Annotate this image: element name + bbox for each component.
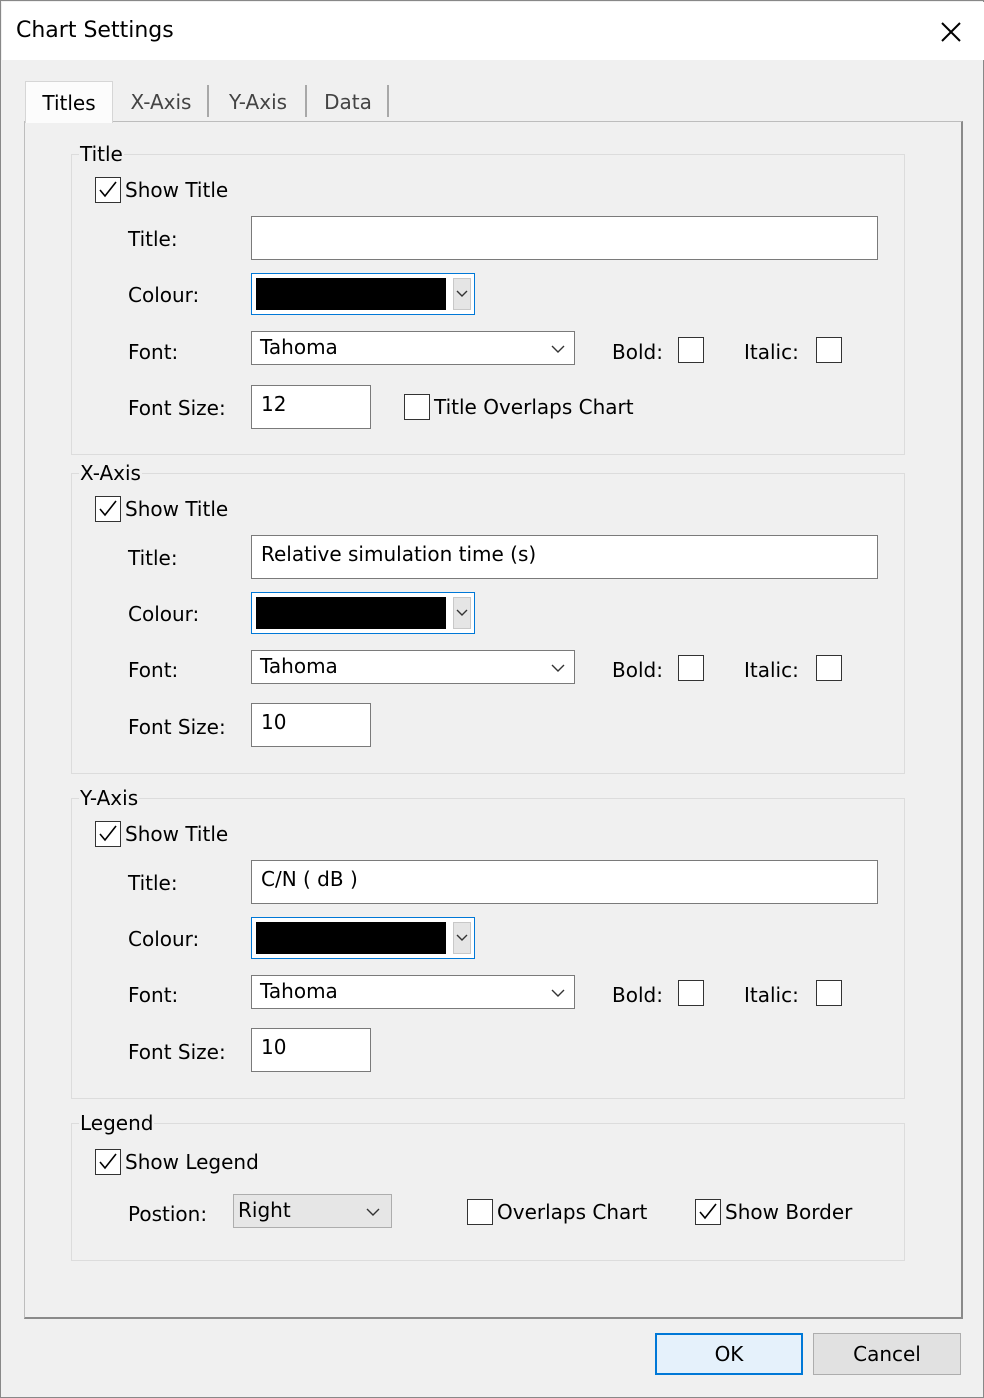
xaxis-font-size-label: Font Size: <box>128 715 226 739</box>
yaxis-show-title-checkbox[interactable] <box>95 821 121 847</box>
title-colour-label: Colour: <box>128 283 200 307</box>
title-title-label: Title: <box>128 227 178 251</box>
chevron-down-icon <box>551 664 565 672</box>
yaxis-font-value: Tahoma <box>260 979 338 1003</box>
colour-dropdown-arrow[interactable] <box>453 278 471 310</box>
yaxis-colour-label: Colour: <box>128 927 200 951</box>
chevron-down-icon <box>456 290 468 297</box>
chevron-down-icon <box>366 1208 380 1216</box>
xaxis-colour-label: Colour: <box>128 602 200 626</box>
xaxis-colour-picker[interactable] <box>251 592 475 634</box>
legend-position-value: Right <box>238 1198 291 1222</box>
yaxis-font-size-label: Font Size: <box>128 1040 226 1064</box>
tab-separator <box>207 85 209 117</box>
xaxis-italic-checkbox[interactable] <box>816 655 842 681</box>
yaxis-font-select[interactable]: Tahoma <box>251 975 575 1009</box>
xaxis-font-size-input[interactable]: 10 <box>251 703 371 747</box>
title-bold-checkbox[interactable] <box>678 337 704 363</box>
yaxis-font-size-input[interactable]: 10 <box>251 1028 371 1072</box>
title-show-title-label: Show Title <box>125 178 229 202</box>
checkmark-icon <box>699 1203 717 1220</box>
title-font-select[interactable]: Tahoma <box>251 331 575 365</box>
xaxis-show-title-label: Show Title <box>125 497 229 521</box>
title-group-label: Title <box>79 142 124 166</box>
checkmark-icon <box>99 181 117 198</box>
tab-separator <box>305 85 307 117</box>
xaxis-show-title-checkbox[interactable] <box>95 496 121 522</box>
legend-groupbox <box>71 1123 905 1261</box>
xaxis-bold-label: Bold: <box>612 658 663 682</box>
tab-titles[interactable]: Titles <box>25 81 113 123</box>
tab-x-axis[interactable]: X-Axis <box>117 83 205 121</box>
yaxis-show-title-label: Show Title <box>125 822 229 846</box>
colour-swatch <box>256 278 446 310</box>
title-bar: Chart Settings <box>2 2 984 60</box>
colour-swatch <box>256 922 446 954</box>
close-icon <box>941 22 961 42</box>
yaxis-title-input[interactable]: C/N ( dB ) <box>251 860 878 904</box>
title-bold-label: Bold: <box>612 340 663 364</box>
title-font-size-label: Font Size: <box>128 396 226 420</box>
xaxis-title-label: Title: <box>128 546 178 570</box>
close-button[interactable] <box>928 10 974 54</box>
legend-position-select[interactable]: Right <box>233 1194 392 1228</box>
yaxis-italic-checkbox[interactable] <box>816 980 842 1006</box>
chevron-down-icon <box>551 989 565 997</box>
yaxis-font-label: Font: <box>128 983 179 1007</box>
title-overlaps-chart-checkbox[interactable] <box>404 394 430 420</box>
yaxis-group-label: Y-Axis <box>79 786 140 810</box>
legend-group-label: Legend <box>79 1111 155 1135</box>
show-legend-label: Show Legend <box>125 1150 259 1174</box>
checkmark-icon <box>99 500 117 517</box>
legend-overlaps-chart-label: Overlaps Chart <box>497 1200 648 1224</box>
ok-button[interactable]: OK <box>655 1333 803 1375</box>
colour-swatch <box>256 597 446 629</box>
chevron-down-icon <box>456 934 468 941</box>
cancel-button[interactable]: Cancel <box>813 1333 961 1375</box>
title-font-size-input[interactable]: 12 <box>251 385 371 429</box>
tab-separator <box>387 85 389 117</box>
yaxis-bold-checkbox[interactable] <box>678 980 704 1006</box>
yaxis-colour-picker[interactable] <box>251 917 475 959</box>
chart-settings-dialog: Chart Settings Titles X-Axis Y-Axis Data… <box>0 0 984 1398</box>
legend-position-label: Postion: <box>128 1202 208 1226</box>
legend-overlaps-chart-checkbox[interactable] <box>467 1199 493 1225</box>
title-font-value: Tahoma <box>260 335 338 359</box>
chevron-down-icon <box>551 345 565 353</box>
show-legend-checkbox[interactable] <box>95 1149 121 1175</box>
xaxis-title-input[interactable]: Relative simulation time (s) <box>251 535 878 579</box>
show-border-label: Show Border <box>725 1200 853 1224</box>
title-show-title-checkbox[interactable] <box>95 177 121 203</box>
colour-dropdown-arrow[interactable] <box>453 597 471 629</box>
xaxis-font-value: Tahoma <box>260 654 338 678</box>
yaxis-italic-label: Italic: <box>744 983 799 1007</box>
xaxis-font-label: Font: <box>128 658 179 682</box>
show-border-checkbox[interactable] <box>695 1199 721 1225</box>
title-font-label: Font: <box>128 340 179 364</box>
title-italic-checkbox[interactable] <box>816 337 842 363</box>
title-colour-picker[interactable] <box>251 273 475 315</box>
xaxis-italic-label: Italic: <box>744 658 799 682</box>
tab-data[interactable]: Data <box>309 83 387 121</box>
xaxis-font-select[interactable]: Tahoma <box>251 650 575 684</box>
chevron-down-icon <box>456 609 468 616</box>
yaxis-title-label: Title: <box>128 871 178 895</box>
xaxis-group-label: X-Axis <box>79 461 142 485</box>
xaxis-bold-checkbox[interactable] <box>678 655 704 681</box>
yaxis-bold-label: Bold: <box>612 983 663 1007</box>
tab-y-axis[interactable]: Y-Axis <box>213 83 303 121</box>
checkmark-icon <box>99 1153 117 1170</box>
window-title: Chart Settings <box>16 18 174 43</box>
colour-dropdown-arrow[interactable] <box>453 922 471 954</box>
title-title-input[interactable] <box>251 216 878 260</box>
title-overlaps-chart-label: Title Overlaps Chart <box>434 395 634 419</box>
checkmark-icon <box>99 825 117 842</box>
title-italic-label: Italic: <box>744 340 799 364</box>
